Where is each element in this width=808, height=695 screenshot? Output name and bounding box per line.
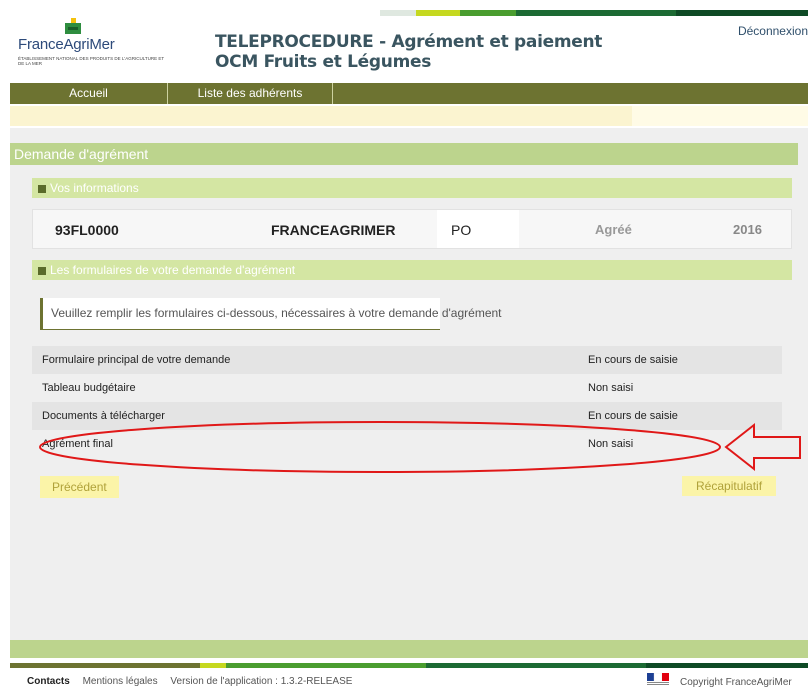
summary-button[interactable]: Récapitulatif	[682, 476, 777, 496]
page-title: Demande d'agrément	[10, 143, 798, 165]
sub-nav-bar-right	[632, 106, 808, 126]
franceagrimer-logo[interactable]: FranceAgriMer ÉTABLISSEMENT NATIONAL DES…	[18, 18, 168, 68]
info-year: 2016	[733, 222, 762, 237]
footer-copyright: Copyright FranceAgriMer	[680, 677, 792, 688]
header-decor-stripes	[380, 10, 808, 16]
section-bullet-icon	[38, 185, 46, 193]
footer: Contacts Mentions légales Version de l'a…	[27, 676, 352, 687]
main-nav: Accueil Liste des adhérents	[10, 83, 808, 104]
logo-text: FranceAgriMer	[18, 36, 115, 53]
form-label[interactable]: Documents à télécharger	[42, 402, 165, 430]
form-status: En cours de saisie	[588, 410, 678, 422]
section-title: Les formulaires de votre demande d'agrém…	[50, 263, 296, 277]
app-title-line1: TELEPROCEDURE - Agrément et paiement	[215, 32, 603, 52]
logo-mark-icon	[65, 18, 81, 34]
marianne-logo-icon	[647, 673, 669, 685]
footer-decor-stripes	[10, 663, 808, 668]
app-title-line2: OCM Fruits et Légumes	[215, 52, 432, 72]
info-row: 93FL0000 FRANCEAGRIMER PO Agréé 2016	[32, 209, 792, 249]
page: FranceAgriMer ÉTABLISSEMENT NATIONAL DES…	[0, 0, 808, 695]
info-type: PO	[437, 210, 519, 248]
form-status: En cours de saisie	[588, 354, 678, 366]
section-vos-informations: Vos informations	[32, 178, 792, 198]
section-title: Vos informations	[50, 181, 139, 195]
footer-version: Version de l'application : 1.3.2-RELEASE	[170, 676, 353, 687]
form-label[interactable]: Tableau budgétaire	[42, 374, 136, 402]
app-title: TELEPROCEDURE - Agrément et paiement OCM…	[215, 32, 602, 72]
logo-subtitle: ÉTABLISSEMENT NATIONAL DES PRODUITS DE L…	[18, 56, 165, 66]
footer-legal-link[interactable]: Mentions légales	[83, 676, 158, 687]
nav-item-accueil[interactable]: Accueil	[10, 83, 168, 104]
form-label[interactable]: Formulaire principal de votre demande	[42, 346, 230, 374]
form-row[interactable]: Documents à télécharger En cours de sais…	[32, 402, 782, 430]
form-label[interactable]: Agrément final	[42, 430, 113, 458]
previous-button[interactable]: Précédent	[40, 476, 119, 498]
info-name: FRANCEAGRIMER	[271, 222, 396, 238]
info-code: 93FL0000	[55, 222, 119, 238]
nav-item-adherents[interactable]: Liste des adhérents	[168, 83, 333, 104]
section-bullet-icon	[38, 267, 46, 275]
content-bottom-band	[10, 640, 808, 658]
info-status: Agréé	[595, 222, 632, 237]
form-row[interactable]: Formulaire principal de votre demande En…	[32, 346, 782, 374]
form-status: Non saisi	[588, 438, 634, 450]
instruction-text: Veuillez remplir les formulaires ci-dess…	[40, 298, 502, 330]
form-status: Non saisi	[588, 382, 634, 394]
form-row[interactable]: Tableau budgétaire Non saisi	[32, 374, 782, 402]
logout-link[interactable]: Déconnexion	[738, 24, 808, 38]
forms-table: Formulaire principal de votre demande En…	[32, 346, 782, 458]
form-row[interactable]: Agrément final Non saisi	[32, 430, 782, 458]
footer-contacts-link[interactable]: Contacts	[27, 676, 70, 687]
section-formulaires: Les formulaires de votre demande d'agrém…	[32, 260, 792, 280]
